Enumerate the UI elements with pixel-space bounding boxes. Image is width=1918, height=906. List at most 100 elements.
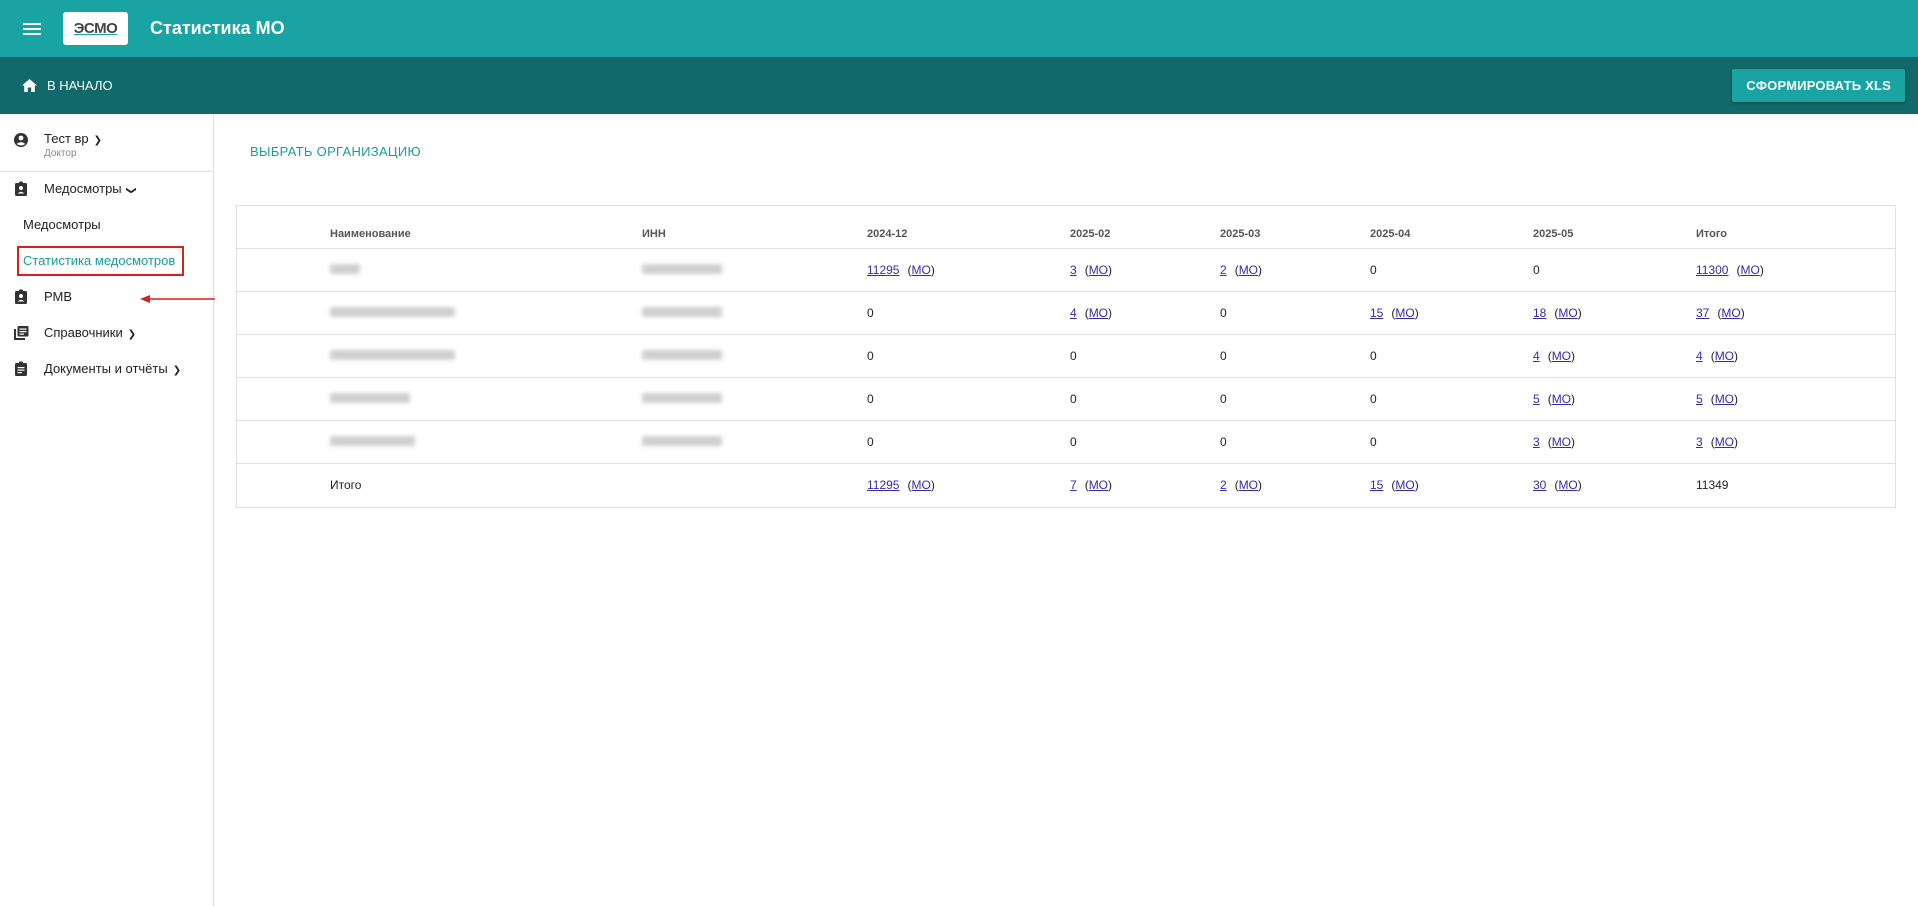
count-link[interactable]: 37 bbox=[1696, 306, 1709, 320]
cell-inn-redacted bbox=[642, 248, 867, 292]
cell-name-redacted bbox=[330, 334, 642, 378]
cell-2025-02: 3 (МО) bbox=[1070, 248, 1220, 292]
sub-item-medosmotry[interactable]: Медосмотры bbox=[23, 217, 101, 232]
column-header-2024-12: 2024-12 bbox=[867, 206, 1070, 249]
sidebar-item-documents[interactable]: Документы и отчёты ❯ bbox=[0, 354, 213, 384]
cell-2025-05: 30 (МО) bbox=[1533, 463, 1696, 506]
mo-link[interactable]: (МО) bbox=[1554, 306, 1581, 320]
cell-2025-03: 0 bbox=[1220, 291, 1370, 335]
cell-total: 4 (МО) bbox=[1696, 334, 1895, 378]
cell-2025-05: 5 (МО) bbox=[1533, 377, 1696, 421]
mo-link[interactable]: (МО) bbox=[1736, 263, 1763, 277]
count-link[interactable]: 3 bbox=[1533, 435, 1540, 449]
cell-2025-02: 7 (МО) bbox=[1070, 463, 1220, 506]
count-link[interactable]: 4 bbox=[1070, 306, 1077, 320]
count-link[interactable]: 15 bbox=[1370, 306, 1383, 320]
count-link[interactable]: 11300 bbox=[1696, 263, 1728, 277]
cell-2024-12: 11295 (МО) bbox=[867, 463, 1070, 506]
table-row: 0 0 0 0 3 (МО) 3 (МО) bbox=[237, 420, 1895, 464]
column-header-inn: ИНН bbox=[642, 206, 867, 249]
sub-item-statistics[interactable]: Статистика медосмотров bbox=[23, 253, 175, 268]
mo-link[interactable]: (МО) bbox=[1717, 306, 1744, 320]
mo-link[interactable]: (МО) bbox=[1711, 392, 1738, 406]
count-link[interactable]: 4 bbox=[1533, 349, 1540, 363]
app-logo[interactable]: ЭСМО bbox=[63, 12, 128, 45]
sidebar-item-medosmotry[interactable]: Медосмотры ❯ bbox=[0, 174, 213, 204]
chevron-right-icon: ❯ bbox=[127, 329, 137, 340]
cell-total: 5 (МО) bbox=[1696, 377, 1895, 421]
toolbar: В НАЧАЛО СФОРМИРОВАТЬ XLS bbox=[0, 57, 1918, 114]
generate-xls-button[interactable]: СФОРМИРОВАТЬ XLS bbox=[1732, 69, 1905, 102]
mo-link[interactable]: (МО) bbox=[1235, 263, 1262, 277]
cell-2025-05: 18 (МО) bbox=[1533, 291, 1696, 335]
mo-link[interactable]: (МО) bbox=[1235, 478, 1262, 492]
count-link[interactable]: 3 bbox=[1070, 263, 1077, 277]
count-link[interactable]: 2 bbox=[1220, 478, 1227, 492]
mo-link[interactable]: (МО) bbox=[1391, 478, 1418, 492]
sidebar-item-references[interactable]: Справочники ❯ bbox=[0, 318, 213, 348]
column-header-2025-05: 2025-05 bbox=[1533, 206, 1696, 249]
mo-link[interactable]: (МО) bbox=[1085, 263, 1112, 277]
cell-total: 11300 (МО) bbox=[1696, 248, 1895, 292]
redacted-text bbox=[642, 435, 722, 446]
count-link[interactable]: 7 bbox=[1070, 478, 1077, 492]
account-icon bbox=[14, 133, 28, 147]
cell-2025-02: 0 bbox=[1070, 420, 1220, 464]
cell-inn-redacted bbox=[642, 334, 867, 378]
cell-name-redacted bbox=[330, 420, 642, 464]
mo-link[interactable]: (МО) bbox=[1085, 478, 1112, 492]
count-link[interactable]: 11295 bbox=[867, 263, 899, 277]
cell-2025-04: 0 bbox=[1370, 420, 1533, 464]
mo-link[interactable]: (МО) bbox=[1085, 306, 1112, 320]
redacted-text bbox=[330, 263, 360, 274]
cell-2024-12: 0 bbox=[867, 420, 1070, 464]
sidebar-item-label: Медосмотры bbox=[44, 181, 122, 196]
home-label: В НАЧАЛО bbox=[47, 78, 113, 93]
assignment-ind-icon bbox=[15, 289, 27, 304]
count-link[interactable]: 5 bbox=[1533, 392, 1540, 406]
count-link[interactable]: 2 bbox=[1220, 263, 1227, 277]
assignment-icon bbox=[15, 361, 27, 376]
cell-2025-03: 0 bbox=[1220, 377, 1370, 421]
redacted-text bbox=[642, 306, 722, 317]
top-app-bar: ЭСМО Статистика МО bbox=[0, 0, 1918, 57]
count-link[interactable]: 30 bbox=[1533, 478, 1546, 492]
cell-2025-03: 0 bbox=[1220, 334, 1370, 378]
mo-link[interactable]: (МО) bbox=[1548, 392, 1575, 406]
count-link[interactable]: 15 bbox=[1370, 478, 1383, 492]
user-profile[interactable]: Тест вр ❯ Доктор bbox=[0, 114, 213, 172]
count-link[interactable]: 18 bbox=[1533, 306, 1546, 320]
column-header-2025-03: 2025-03 bbox=[1220, 206, 1370, 249]
cell-2025-05: 4 (МО) bbox=[1533, 334, 1696, 378]
menu-icon[interactable] bbox=[20, 17, 44, 41]
home-link[interactable]: В НАЧАЛО bbox=[22, 78, 113, 93]
user-role: Доктор bbox=[44, 148, 77, 159]
count-link[interactable]: 4 bbox=[1696, 349, 1703, 363]
cell-name-redacted bbox=[330, 248, 642, 292]
page-title: Статистика МО bbox=[150, 18, 285, 38]
cell-inn-redacted bbox=[642, 377, 867, 421]
cell-2025-04: 0 bbox=[1370, 377, 1533, 421]
mo-link[interactable]: (МО) bbox=[1391, 306, 1418, 320]
count-link[interactable]: 5 bbox=[1696, 392, 1703, 406]
redacted-text bbox=[330, 435, 415, 446]
table-header-row: Наименование ИНН 2024-12 2025-02 2025-03… bbox=[237, 206, 1895, 249]
sidebar-item-label: Документы и отчёты bbox=[44, 361, 168, 376]
cell-2024-12: 0 bbox=[867, 377, 1070, 421]
mo-link[interactable]: (МО) bbox=[1548, 435, 1575, 449]
count-link[interactable]: 11295 bbox=[867, 478, 899, 492]
mo-link[interactable]: (МО) bbox=[1711, 349, 1738, 363]
cell-2024-12: 11295 (МО) bbox=[867, 248, 1070, 292]
mo-link[interactable]: (МО) bbox=[1548, 349, 1575, 363]
sidebar-item-rmv[interactable]: РМВ bbox=[0, 282, 213, 312]
select-organization-button[interactable]: ВЫБРАТЬ ОРГАНИЗАЦИЮ bbox=[250, 144, 421, 159]
mo-link[interactable]: (МО) bbox=[1554, 478, 1581, 492]
mo-link[interactable]: (МО) bbox=[907, 478, 934, 492]
redacted-text bbox=[330, 392, 410, 403]
mo-link[interactable]: (МО) bbox=[1711, 435, 1738, 449]
cell-2025-04: 0 bbox=[1370, 334, 1533, 378]
user-name: Тест вр bbox=[44, 131, 89, 146]
mo-link[interactable]: (МО) bbox=[907, 263, 934, 277]
home-icon bbox=[22, 79, 37, 92]
count-link[interactable]: 3 bbox=[1696, 435, 1703, 449]
